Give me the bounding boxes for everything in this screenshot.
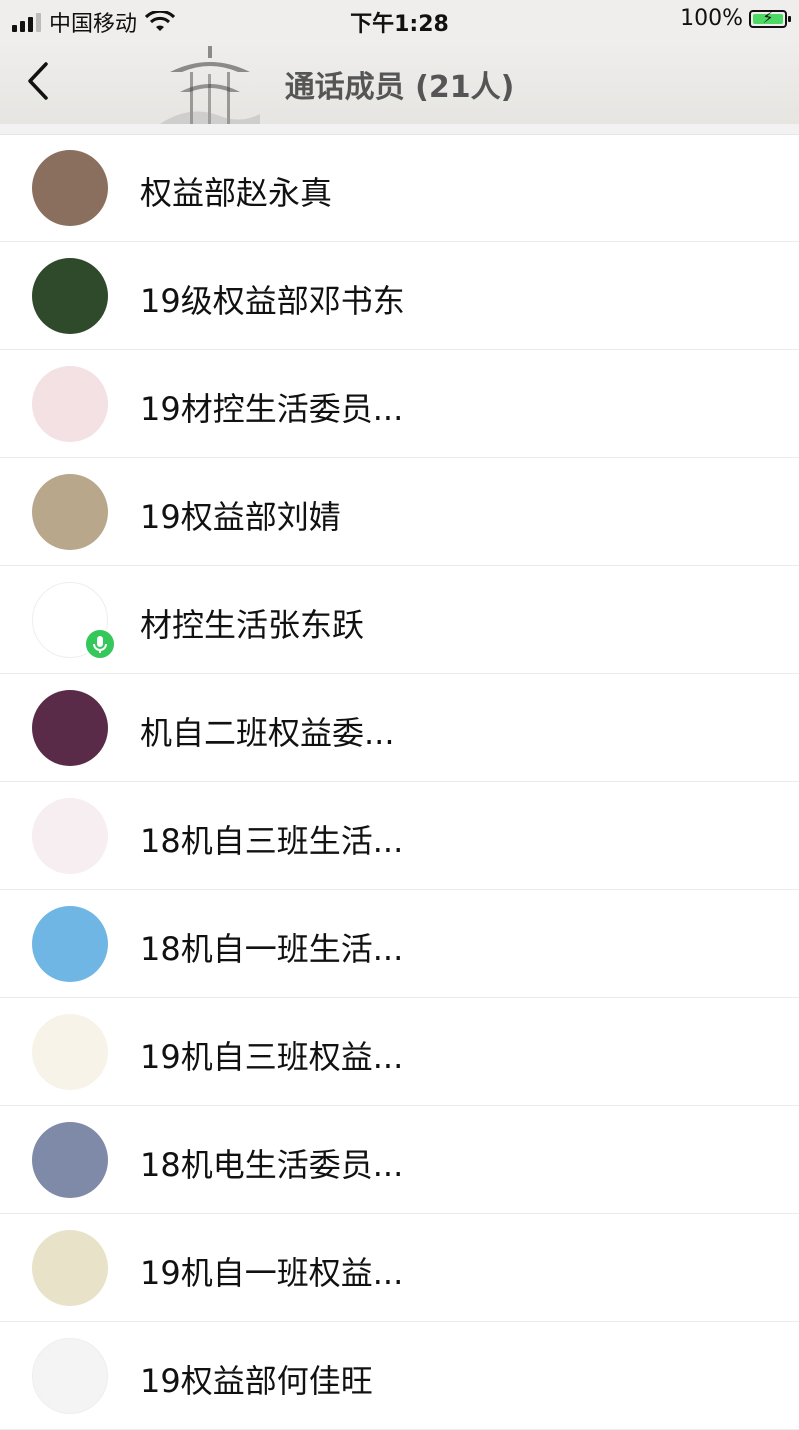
avatar[interactable] xyxy=(32,1230,108,1306)
avatar[interactable] xyxy=(32,366,108,442)
member-name: 19级权益部邓书东 xyxy=(140,282,405,320)
avatar[interactable] xyxy=(32,906,108,982)
battery-percent: 100% xyxy=(680,6,743,31)
battery-icon: ⚡ xyxy=(749,7,791,28)
navigation-bar: 通话成员 (21人) xyxy=(0,40,799,124)
avatar[interactable] xyxy=(32,1122,108,1198)
avatar[interactable] xyxy=(32,798,108,874)
avatar[interactable] xyxy=(32,150,108,226)
member-row[interactable]: 19级权益部邓书东 xyxy=(0,242,799,350)
member-name: 18机电生活委员... xyxy=(140,1146,404,1184)
member-row[interactable]: 19材控生活委员... xyxy=(0,350,799,458)
microphone-icon xyxy=(84,628,116,660)
avatar[interactable] xyxy=(32,690,108,766)
member-name: 材控生活张东跃 xyxy=(140,606,365,644)
member-name: 19权益部何佳旺 xyxy=(140,1362,373,1400)
member-name: 权益部赵永真 xyxy=(140,174,333,212)
member-row[interactable]: 19权益部刘婧 xyxy=(0,458,799,566)
member-name: 19材控生活委员... xyxy=(140,390,404,428)
avatar[interactable] xyxy=(32,1014,108,1090)
member-name: 18机自一班生活... xyxy=(140,930,404,968)
member-name: 19机自三班权益... xyxy=(140,1038,404,1076)
avatar[interactable] xyxy=(32,258,108,334)
avatar[interactable] xyxy=(32,474,108,550)
member-list: 权益部赵永真 19级权益部邓书东 19材控生活委员... 19权益部刘婧 材控生活张东跃… xyxy=(0,134,799,1430)
member-row[interactable]: 19权益部何佳旺 xyxy=(0,1322,799,1430)
member-row[interactable]: 18机自三班生活... xyxy=(0,782,799,890)
member-row[interactable]: 18机自一班生活... xyxy=(0,890,799,998)
member-row[interactable]: 机自二班权益委... xyxy=(0,674,799,782)
member-row[interactable]: 19机自三班权益... xyxy=(0,998,799,1106)
member-row[interactable]: 材控生活张东跃 xyxy=(0,566,799,674)
status-right: 100% ⚡ xyxy=(680,6,791,31)
member-name: 18机自三班生活... xyxy=(140,822,404,860)
member-name: 机自二班权益委... xyxy=(140,714,395,752)
avatar[interactable] xyxy=(32,1338,108,1414)
member-row[interactable]: 18机电生活委员... xyxy=(0,1106,799,1214)
member-name: 19机自一班权益... xyxy=(140,1254,404,1292)
member-name: 19权益部刘婧 xyxy=(140,498,341,536)
charging-bolt-icon: ⚡ xyxy=(762,7,774,27)
page-title: 通话成员 (21人) xyxy=(284,70,515,105)
member-row[interactable]: 权益部赵永真 xyxy=(0,134,799,242)
status-bar: 中国移动 下午1:28 100% ⚡ xyxy=(0,0,799,40)
member-row[interactable]: 19机自一班权益... xyxy=(0,1214,799,1322)
